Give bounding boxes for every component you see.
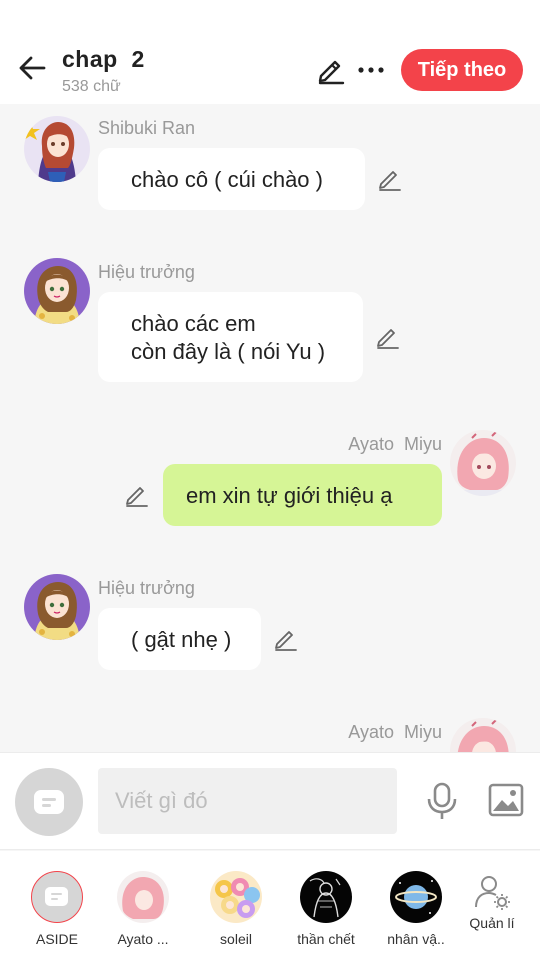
- character-label: Ayato ...: [117, 931, 169, 947]
- word-count: 538 chữ: [62, 78, 121, 95]
- character-nhan-vat[interactable]: nhân vậ..: [376, 871, 456, 947]
- top-bar: chap 2 538 chữ Tiếp theo: [0, 0, 540, 104]
- character-ayato[interactable]: Ayato ...: [103, 871, 183, 947]
- edit-message-icon[interactable]: [124, 482, 150, 508]
- microphone-icon[interactable]: [424, 781, 460, 821]
- chapter-title[interactable]: chap 2: [62, 46, 145, 73]
- edit-pencil-icon[interactable]: [315, 54, 347, 86]
- character-aside[interactable]: ASIDE: [17, 871, 97, 947]
- manage-user-icon: [475, 876, 510, 910]
- back-arrow-icon[interactable]: [16, 52, 48, 84]
- shibuki-ran-avatar[interactable]: [24, 116, 90, 182]
- next-chapter-button[interactable]: Tiếp theo: [401, 49, 523, 91]
- manage-characters-button[interactable]: Quản lí: [452, 873, 532, 931]
- ayato-miyu-avatar[interactable]: [450, 718, 516, 752]
- than-chet-avatar: [300, 871, 352, 923]
- message-composer: [0, 752, 540, 850]
- nhan-vat-avatar: [390, 871, 442, 923]
- sender-name: Shibuki Ran: [98, 118, 196, 138]
- message-bubble[interactable]: chào cô ( cúi chào ): [98, 148, 365, 210]
- sender-name: Ayato Miyu: [348, 434, 442, 454]
- message-bubble-mine[interactable]: em xin tự giới thiệu ạ: [163, 464, 442, 526]
- message-bubble[interactable]: ( gật nhẹ ): [98, 608, 261, 670]
- aside-toggle-button[interactable]: [15, 768, 83, 836]
- message-input[interactable]: [98, 768, 397, 834]
- character-soleil[interactable]: soleil: [196, 871, 276, 947]
- hieu-truong-avatar[interactable]: [24, 574, 90, 640]
- edit-message-icon[interactable]: [377, 166, 403, 192]
- edit-message-icon[interactable]: [375, 324, 401, 350]
- hieu-truong-avatar[interactable]: [24, 258, 90, 324]
- character-label: ASIDE: [35, 931, 78, 947]
- character-label: soleil: [220, 931, 252, 947]
- character-label: nhân vậ..: [387, 931, 445, 947]
- character-selector: ASIDE Ayato ... soleil thần chết nhân vậ…: [0, 851, 540, 960]
- aside-icon: [31, 871, 83, 923]
- chat-message-list[interactable]: Shibuki Ran chào cô ( cúi chào ) Hiệu tr…: [0, 104, 540, 752]
- sender-name: Hiệu trưởng: [98, 262, 195, 282]
- character-label: thần chết: [297, 931, 355, 947]
- edit-message-icon[interactable]: [273, 626, 299, 652]
- aside-icon: [34, 790, 64, 814]
- message-bubble[interactable]: chào các em còn đây là ( nói Yu ): [98, 292, 363, 382]
- sender-name: Hiệu trưởng: [98, 578, 195, 598]
- character-label: Quản lí: [469, 915, 515, 931]
- soleil-avatar: [210, 871, 262, 923]
- ayato-miyu-avatar[interactable]: [450, 430, 516, 496]
- character-than-chet[interactable]: thần chết: [286, 871, 366, 947]
- sender-name: Ayato Miyu: [348, 722, 442, 742]
- more-options-icon[interactable]: [356, 54, 386, 86]
- image-upload-icon[interactable]: [488, 783, 524, 817]
- ayato-avatar: [117, 871, 169, 923]
